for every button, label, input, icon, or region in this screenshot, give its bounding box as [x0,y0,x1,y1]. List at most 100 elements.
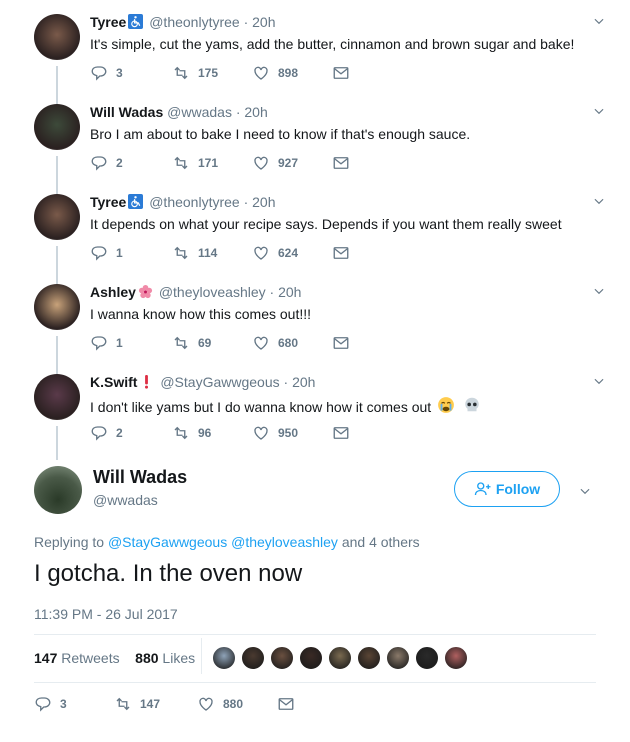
reply-tweet[interactable]: K.Swift @StayGawwgeous · 20h I don't lik… [0,360,630,450]
avatar[interactable] [34,374,80,420]
reply-count: 2 [116,426,123,440]
retweet-button[interactable]: 147 [114,695,160,713]
tweet-time[interactable]: · 20h [236,104,268,120]
liker-avatar[interactable] [357,646,381,670]
author-name[interactable]: Ashley [90,284,136,300]
like-button[interactable]: 950 [252,424,298,442]
author-handle[interactable]: @wwadas [167,104,232,120]
reply-tweet[interactable]: Tyree @theonlytyree · 20h It's simple, c… [0,0,630,90]
tweet-header: Ashley @theyloveashley · 20h [90,284,301,300]
author-name[interactable]: K.Swift [90,374,137,390]
envelope-icon [333,337,349,349]
divider [34,634,596,635]
tweet-time[interactable]: · 20h [244,194,276,210]
retweet-count: 69 [198,336,212,350]
dm-button[interactable] [277,695,303,713]
retweet-count: 175 [198,66,219,80]
liker-avatar[interactable] [212,646,236,670]
retweet-button[interactable]: 69 [172,334,211,352]
retweet-button[interactable]: 175 [172,64,218,82]
tweet-time[interactable]: · 20h [284,374,316,390]
liker-avatar[interactable] [415,646,439,670]
reply-tweet[interactable]: Ashley @theyloveashley · 20h I wanna kno… [0,270,630,360]
dm-button[interactable] [332,334,358,352]
reply-icon [91,426,107,441]
like-count: 950 [278,426,299,440]
reply-icon [91,336,107,351]
likes-label[interactable]: Likes [162,650,195,666]
chevron-down-icon[interactable] [578,484,592,498]
retweets-count[interactable]: 147 [34,650,57,666]
liker-avatar[interactable] [444,646,468,670]
like-button[interactable]: 927 [252,154,298,172]
chevron-down-icon[interactable] [592,14,606,28]
avatar[interactable] [34,14,80,60]
avatar[interactable] [34,104,80,150]
mention-link[interactable]: @StayGawwgeous [108,534,227,550]
wheelchair-emoji-icon [128,14,144,29]
reply-count: 1 [116,336,123,350]
author-handle[interactable]: @theonlytyree [149,194,239,210]
retweet-button[interactable]: 171 [172,154,218,172]
liker-avatar[interactable] [328,646,352,670]
tweet-actions: 1 69 680 [90,334,370,354]
reply-button[interactable]: 3 [34,695,67,713]
like-count: 898 [278,66,299,80]
like-button[interactable]: 624 [252,244,298,262]
like-button[interactable]: 898 [252,64,298,82]
replying-suffix[interactable]: and 4 others [342,534,420,550]
avatar[interactable] [34,466,82,514]
tweet-header: Will Wadas @wwadas · 20h [90,104,268,120]
tweet-text: I gotcha. In the oven now [34,560,303,587]
likes-count[interactable]: 880 [135,650,158,666]
author-handle[interactable]: @wwadas [93,492,158,508]
dm-button[interactable] [332,244,358,262]
tweet-timestamp[interactable]: 11:39 PM - 26 Jul 2017 [34,606,178,622]
avatar[interactable] [34,194,80,240]
author-handle[interactable]: @theyloveashley [159,284,266,300]
reply-button[interactable]: 3 [90,64,123,82]
tweet-stats: 147 Retweets 880 Likes [34,650,195,666]
author-handle[interactable]: @theonlytyree [149,14,239,30]
heart-icon [254,246,268,260]
reply-button[interactable]: 1 [90,244,123,262]
author-name[interactable]: Tyree [90,14,126,30]
dm-button[interactable] [332,64,358,82]
author-name[interactable]: Will Wadas [93,467,187,488]
replying-prefix: Replying to [34,534,105,550]
avatar[interactable] [34,284,80,330]
reply-tweet[interactable]: Tyree @theonlytyree · 20h It depends on … [0,180,630,270]
liker-avatar[interactable] [299,646,323,670]
like-button[interactable]: 680 [252,334,298,352]
follow-button[interactable]: Follow [454,471,560,507]
author-name[interactable]: Will Wadas [90,104,163,120]
dm-button[interactable] [332,154,358,172]
reply-button[interactable]: 1 [90,334,123,352]
tweet-text: It's simple, cut the yams, add the butte… [90,36,574,52]
chevron-down-icon[interactable] [592,284,606,298]
chevron-down-icon[interactable] [592,374,606,388]
tweet-text: I don't like yams but I do wanna know ho… [90,396,483,415]
author-name[interactable]: Tyree [90,194,126,210]
tweet-time[interactable]: · 20h [270,284,302,300]
like-button[interactable]: 880 [197,695,243,713]
retweet-button[interactable]: 96 [172,424,211,442]
liker-avatar[interactable] [386,646,410,670]
chevron-down-icon[interactable] [592,104,606,118]
chevron-down-icon[interactable] [592,194,606,208]
tweet-text-content: Bro I am about to bake I need to know if… [90,126,471,142]
reply-tweet[interactable]: Will Wadas @wwadas · 20h Bro I am about … [0,90,630,180]
tweet-time[interactable]: · 20h [244,14,276,30]
retweet-icon [174,426,188,440]
retweets-label[interactable]: Retweets [61,650,119,666]
author-handle[interactable]: @StayGawwgeous [160,374,279,390]
liker-avatar[interactable] [241,646,265,670]
envelope-icon [333,67,349,79]
dm-button[interactable] [332,424,358,442]
liker-avatar[interactable] [270,646,294,670]
reply-button[interactable]: 2 [90,154,123,172]
mention-link[interactable]: @theyloveashley [231,534,338,550]
reply-button[interactable]: 2 [90,424,123,442]
tweet-text-content: I don't like yams but I do wanna know ho… [90,399,432,415]
retweet-button[interactable]: 114 [172,244,217,262]
